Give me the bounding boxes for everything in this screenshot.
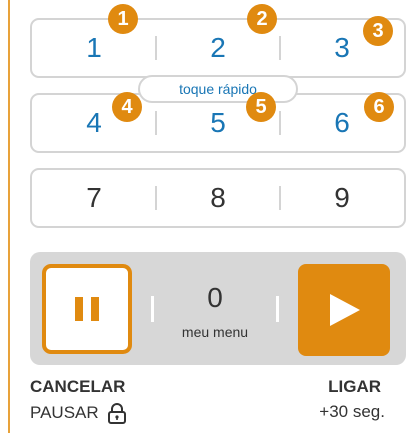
panel-divider: [276, 296, 279, 322]
keypad-row-3: 7 8 9: [30, 168, 406, 228]
control-panel: 0 meu menu: [30, 252, 406, 365]
key-8[interactable]: 8: [156, 170, 280, 226]
my-menu-value[interactable]: 0: [155, 282, 275, 314]
keypad-row-1: 1 2 3: [30, 18, 406, 78]
quick-touch-badge-6: 6: [364, 92, 394, 122]
quick-touch-badge-1: 1: [108, 4, 138, 34]
add-30-seconds-label: +30 seg.: [319, 402, 385, 421]
start-label: LIGAR: [328, 377, 381, 396]
cancel-label: CANCELAR: [30, 377, 126, 396]
start-button[interactable]: [298, 264, 390, 356]
pause-row: PAUSAR: [30, 402, 127, 424]
panel-divider: [151, 296, 154, 322]
cancel-pause-button[interactable]: [42, 264, 132, 354]
play-icon: [330, 294, 360, 326]
lock-icon: [107, 403, 126, 424]
quick-touch-badge-4: 4: [112, 92, 142, 122]
quick-touch-badge-5: 5: [246, 92, 276, 122]
quick-touch-badge-2: 2: [247, 4, 277, 34]
key-1[interactable]: 1: [32, 20, 156, 76]
key-9[interactable]: 9: [280, 170, 404, 226]
quick-touch-badge-3: 3: [363, 16, 393, 46]
pause-icon: [75, 297, 99, 321]
pause-label: PAUSAR: [30, 403, 99, 422]
key-7[interactable]: 7: [32, 170, 156, 226]
my-menu-label: meu menu: [181, 324, 249, 340]
frame-line: [8, 0, 10, 433]
